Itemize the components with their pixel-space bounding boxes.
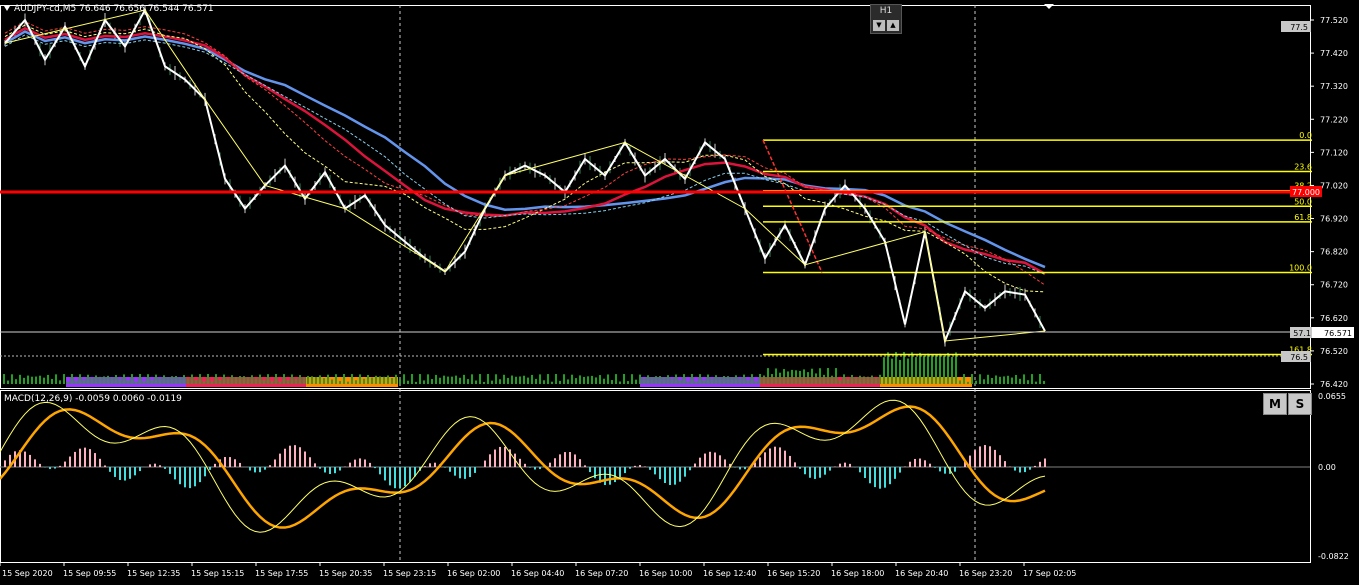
- fib-level-label: 50.0: [1294, 197, 1312, 206]
- fib-level-label: 0.0: [1299, 131, 1312, 140]
- ma-fast-yellow: [4, 24, 1046, 293]
- time-label: 16 Sep 18:00: [831, 569, 884, 578]
- price-label: 77.220: [1320, 115, 1348, 124]
- session-bar-us: [880, 377, 972, 387]
- timeframe-widget[interactable]: H1 ▼ ▲: [870, 4, 902, 34]
- price-label: 76.720: [1320, 281, 1348, 290]
- time-label: 16 Sep 02:00: [447, 569, 500, 578]
- current-price-tag: 76.571: [1324, 329, 1352, 338]
- timeframe-label: H1: [879, 6, 893, 16]
- macd-title: MACD(12,26,9) -0.0059 0.0060 -0.0119: [4, 394, 182, 404]
- ma-red: [4, 26, 1046, 275]
- fib-level-label: 23.6: [1294, 163, 1312, 172]
- fib-level-label: 61.8: [1294, 213, 1312, 222]
- time-label: 16 Sep 15:20: [767, 569, 820, 578]
- time-label: 16 Sep 20:40: [895, 569, 948, 578]
- symbol-info: AUDJPY-cd,M5 76.646 76.656 76.544 76.571: [4, 4, 214, 14]
- time-label: 16 Sep 23:20: [959, 569, 1012, 578]
- price-label: 76.420: [1320, 380, 1348, 389]
- price-tag-bottom: 76.5: [1290, 353, 1308, 362]
- red-line-tag: 77.000: [1292, 188, 1320, 197]
- zigzag-indicator: [4, 7, 1046, 345]
- moving-averages: [4, 21, 1046, 293]
- macd-panel-frame: [0, 390, 1311, 563]
- time-label: 15 Sep 20:35: [319, 569, 372, 578]
- chart-shift-marker[interactable]: [1044, 4, 1054, 9]
- price-label: 76.620: [1320, 314, 1348, 323]
- price-label: 77.420: [1320, 49, 1348, 58]
- volume-bars: [3, 352, 1045, 384]
- price-tag-top: 77.5: [1290, 23, 1308, 32]
- fibonacci-retracement[interactable]: 0.023.638.250.061.8100.0161.8: [762, 131, 1312, 356]
- price-candles: [4, 5, 1041, 347]
- time-label: 16 Sep 12:40: [703, 569, 756, 578]
- macd-m-button[interactable]: M: [1263, 393, 1287, 415]
- price-label: 76.920: [1320, 215, 1348, 224]
- zigzag-line: [4, 7, 1046, 345]
- symbol-info-text: AUDJPY-cd,M5 76.646 76.656 76.544 76.571: [14, 4, 214, 14]
- macd-indicator: [0, 399, 1046, 533]
- ma-fast-red: [4, 21, 1046, 286]
- time-label: 16 Sep 10:00: [639, 569, 692, 578]
- price-label: 76.520: [1320, 347, 1348, 356]
- price-label: 77.020: [1320, 181, 1348, 190]
- time-label: 16 Sep 04:40: [511, 569, 564, 578]
- time-label: 15 Sep 17:55: [255, 569, 308, 578]
- ma-slow-blue: [4, 30, 1046, 269]
- dropdown-triangle-icon[interactable]: [4, 6, 10, 11]
- time-label: 17 Sep 02:05: [1023, 569, 1076, 578]
- time-label: 15 Sep 23:15: [383, 569, 436, 578]
- time-label: 15 Sep 09:55: [63, 569, 116, 578]
- price-label: 76.820: [1320, 248, 1348, 257]
- time-axis: 15 Sep 2020 15 Sep 09:55 15 Sep 12:35 15 Se…: [0, 562, 1076, 578]
- time-label: 15 Sep 2020: [2, 569, 53, 578]
- price-chart[interactable]: 0.023.638.250.061.8100.0161.8 77.52077.4…: [0, 0, 1359, 585]
- timeframe-up-button[interactable]: ▲: [887, 20, 899, 31]
- zigzag-long-line: [4, 9, 1046, 342]
- price-label: 77.320: [1320, 82, 1348, 91]
- timeframe-down-button[interactable]: ▼: [873, 20, 885, 31]
- fib-tag: 57.1: [1293, 329, 1311, 338]
- ma-fast-blue: [4, 34, 1046, 275]
- time-label: 15 Sep 12:35: [127, 569, 180, 578]
- time-label: 16 Sep 07:20: [575, 569, 628, 578]
- time-label: 15 Sep 15:15: [191, 569, 244, 578]
- price-label: 77.520: [1320, 16, 1348, 25]
- macd-s-button[interactable]: S: [1288, 393, 1312, 415]
- main-panel-frame: [0, 5, 1311, 389]
- macd-axis-top: 0.0655: [1318, 392, 1346, 401]
- macd-axis-zero: 0.00: [1318, 463, 1336, 472]
- fib-level-label: 100.0: [1289, 263, 1312, 272]
- price-label: 77.120: [1320, 148, 1348, 157]
- macd-axis-bottom: -0.0822: [1318, 552, 1349, 561]
- macd-main-line: [0, 399, 1046, 533]
